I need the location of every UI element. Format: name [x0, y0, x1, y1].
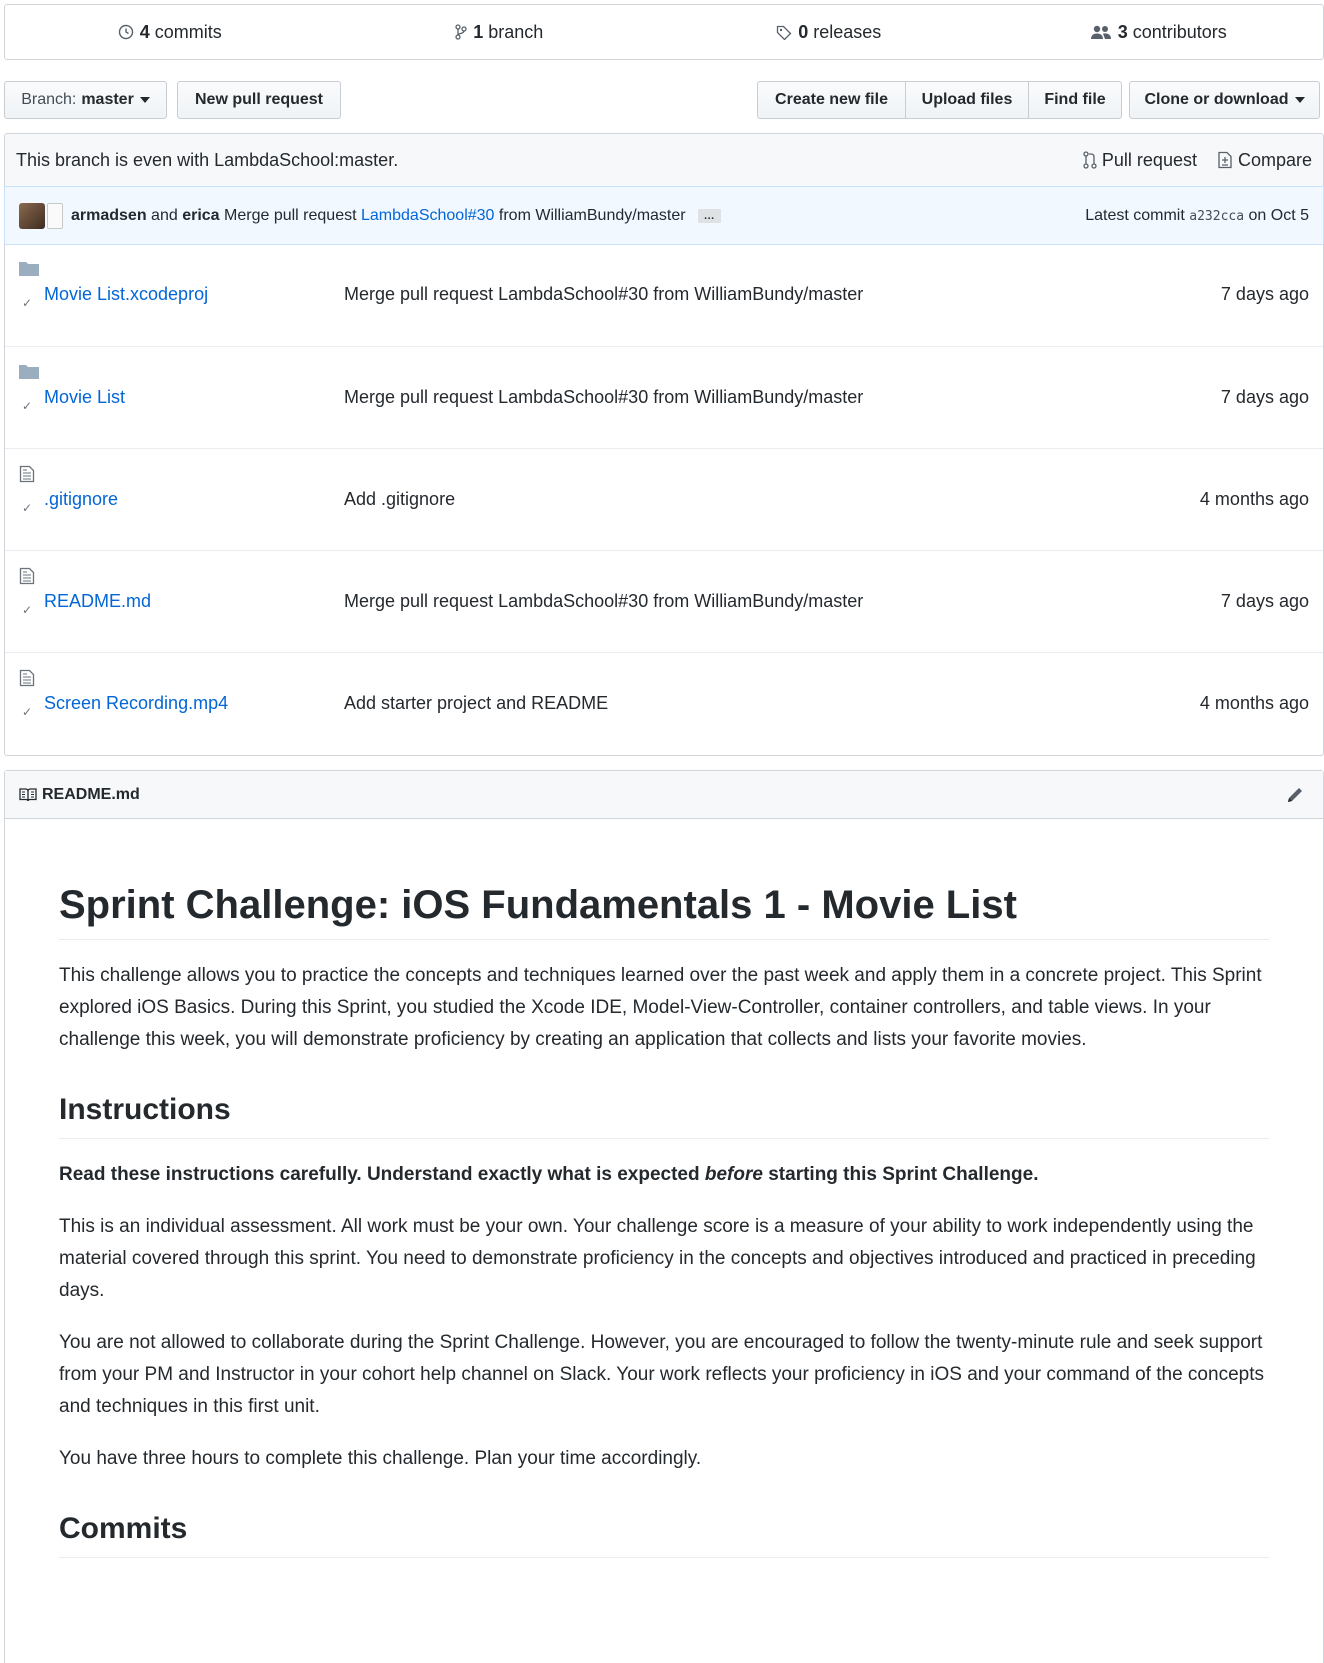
- pull-request-icon: [1083, 151, 1097, 169]
- file-commit-message[interactable]: Add starter project and README: [344, 693, 608, 714]
- readme-article: Sprint Challenge: iOS Fundamentals 1 - M…: [5, 881, 1323, 1558]
- pull-request-link[interactable]: Pull request: [1083, 150, 1197, 171]
- tag-icon: [777, 25, 792, 40]
- warning-pre: Read these instructions carefully. Under…: [59, 1164, 705, 1185]
- people-icon: [1090, 25, 1111, 39]
- instructions-heading: Instructions: [59, 1092, 1269, 1139]
- history-icon: [118, 24, 133, 40]
- latest-commit-bar: armadsen and erica Merge pull request La…: [4, 186, 1324, 245]
- latest-commit-info: Latest commit a232cca on Oct 5: [1085, 207, 1309, 225]
- branch-status-bar: This branch is even with LambdaSchool:ma…: [4, 133, 1324, 187]
- readme-warning: Read these instructions carefully. Under…: [59, 1159, 1269, 1191]
- avatar[interactable]: [19, 202, 45, 229]
- readme-paragraph: This is an individual assessment. All wo…: [59, 1216, 1256, 1301]
- find-file-button[interactable]: Find file: [1029, 82, 1121, 118]
- table-row[interactable]: ✓ README.md Merge pull request LambdaSch…: [5, 550, 1323, 652]
- chevron-down-icon: [139, 97, 150, 103]
- commit-author-2[interactable]: erica: [182, 207, 219, 225]
- readme-paragraph: You have three hours to complete this ch…: [59, 1448, 702, 1469]
- releases-count: 0: [798, 21, 809, 42]
- file-age: 7 days ago: [1220, 387, 1309, 407]
- commit-pr-link[interactable]: LambdaSchool#30: [361, 207, 494, 225]
- file-name-link[interactable]: Movie List: [44, 387, 125, 408]
- compare-link[interactable]: Compare: [1217, 150, 1312, 171]
- branches-label: branch: [488, 21, 544, 42]
- avatar[interactable]: [47, 202, 63, 229]
- repo-summary-bar: 4 commits 1 branch 0 releases 3 contribu…: [4, 4, 1324, 60]
- diff-icon: [1218, 151, 1232, 169]
- branch-prefix: Branch:: [21, 91, 77, 108]
- commit-message-prefix: Merge pull request: [224, 206, 357, 224]
- file-name-link[interactable]: Screen Recording.mp4: [44, 693, 228, 714]
- file-commit-message[interactable]: Merge pull request LambdaSchool#30 from …: [344, 591, 863, 612]
- contributors-label: contributors: [1132, 21, 1227, 42]
- latest-commit-label: Latest commit: [1085, 206, 1185, 224]
- expand-commit-button[interactable]: …: [697, 208, 721, 223]
- file-commit-message[interactable]: Add .gitignore: [344, 489, 455, 510]
- file-age: 4 months ago: [1199, 693, 1309, 713]
- create-new-file-button[interactable]: Create new file: [758, 82, 906, 118]
- file-name-link[interactable]: Movie List.xcodeproj: [44, 284, 208, 305]
- file-icon: [19, 465, 35, 483]
- contributors-count: 3: [1117, 21, 1128, 42]
- warning-post: starting this Sprint Challenge.: [762, 1164, 1039, 1185]
- branches-link[interactable]: 1 branch: [335, 22, 665, 43]
- commit-date: on Oct 5: [1248, 206, 1309, 224]
- readme-panel: README.md Sprint Challenge: iOS Fundamen…: [4, 770, 1324, 1663]
- warning-emphasis: before: [704, 1164, 763, 1185]
- readme-filename: README.md: [42, 785, 140, 803]
- commit-sha-link[interactable]: a232cca: [1189, 209, 1244, 224]
- releases-link[interactable]: 0 releases: [664, 22, 994, 43]
- file-age: 4 months ago: [1199, 489, 1309, 509]
- readme-header: README.md: [5, 771, 1323, 819]
- chevron-down-icon: [1294, 97, 1305, 103]
- check-icon: ✓: [22, 296, 33, 310]
- clone-or-download-button[interactable]: Clone or download: [1129, 81, 1320, 119]
- compare-label: Compare: [1237, 149, 1312, 170]
- clone-label: Clone or download: [1144, 91, 1289, 108]
- file-icon: [19, 567, 35, 585]
- commit-and: and: [151, 206, 178, 224]
- readme-paragraph: You are not allowed to collaborate durin…: [59, 1332, 1264, 1417]
- commits-link[interactable]: 4 commits: [5, 22, 335, 43]
- folder-icon: [19, 365, 39, 379]
- releases-label: releases: [813, 21, 882, 42]
- file-name-link[interactable]: .gitignore: [44, 489, 118, 510]
- branch-icon: [455, 24, 467, 40]
- new-pull-request-button[interactable]: New pull request: [177, 81, 341, 119]
- table-row[interactable]: ✓ Movie List.xcodeproj Merge pull reques…: [5, 244, 1323, 346]
- contributors-link[interactable]: 3 contributors: [994, 22, 1324, 43]
- book-icon: [19, 787, 37, 801]
- file-icon: [19, 669, 35, 687]
- file-age: 7 days ago: [1220, 591, 1309, 611]
- folder-icon: [19, 262, 39, 276]
- branch-name: master: [81, 91, 134, 108]
- file-name-link[interactable]: README.md: [44, 591, 151, 612]
- branch-select-button[interactable]: Branch: master: [4, 81, 167, 119]
- pull-request-label: Pull request: [1101, 149, 1197, 170]
- readme-title: Sprint Challenge: iOS Fundamentals 1 - M…: [59, 881, 1269, 940]
- readme-intro: This challenge allows you to practice th…: [59, 965, 1262, 1050]
- file-list: ✓ Movie List.xcodeproj Merge pull reques…: [4, 244, 1324, 756]
- file-commit-message[interactable]: Merge pull request LambdaSchool#30 from …: [344, 284, 863, 305]
- upload-files-button[interactable]: Upload files: [906, 82, 1029, 118]
- branch-status-text: This branch is even with LambdaSchool:ma…: [16, 149, 399, 170]
- table-row[interactable]: ✓ Screen Recording.mp4 Add starter proje…: [5, 652, 1323, 754]
- check-icon: ✓: [22, 399, 33, 413]
- table-row[interactable]: ✓ .gitignore Add .gitignore 4 months ago: [5, 448, 1323, 550]
- check-icon: ✓: [22, 603, 33, 617]
- commit-message-suffix: from WilliamBundy/master: [498, 206, 686, 224]
- pencil-icon[interactable]: [1286, 786, 1304, 804]
- commits-label: commits: [154, 21, 222, 42]
- check-icon: ✓: [22, 705, 33, 719]
- commits-heading: Commits: [59, 1511, 1269, 1558]
- branches-count: 1: [473, 21, 484, 42]
- commits-count: 4: [139, 21, 150, 42]
- file-age: 7 days ago: [1220, 284, 1309, 304]
- check-icon: ✓: [22, 501, 33, 515]
- table-row[interactable]: ✓ Movie List Merge pull request LambdaSc…: [5, 346, 1323, 448]
- file-commit-message[interactable]: Merge pull request LambdaSchool#30 from …: [344, 387, 863, 408]
- file-actions-group: Create new file Upload files Find file: [757, 81, 1122, 119]
- commit-author-1[interactable]: armadsen: [71, 207, 147, 225]
